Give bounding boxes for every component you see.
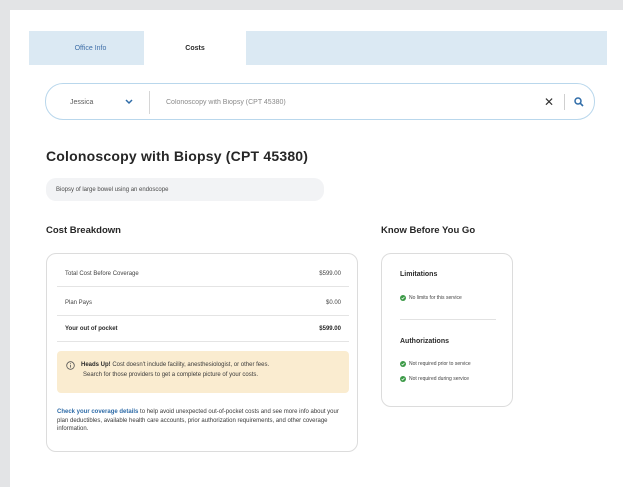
user-select[interactable]: Jessica	[60, 93, 144, 112]
cost-row-value: $0.00	[325, 299, 341, 306]
authorizations-heading: Authorizations	[400, 338, 449, 345]
know-before-heading: Know Before You Go	[381, 225, 476, 236]
cost-row-label: Your out of pocket	[65, 325, 118, 332]
cost-row-value: $599.00	[319, 325, 341, 332]
know-before-card: Limitations No limits for this service A…	[381, 253, 513, 407]
user-select-value: Jessica	[70, 99, 94, 106]
coverage-details-link[interactable]: Check your coverage details	[57, 409, 138, 415]
coverage-info: Check your coverage details to help avoi…	[57, 408, 349, 434]
divider	[400, 319, 496, 320]
cost-row: Plan Pays $0.00	[57, 290, 349, 316]
cost-row: Total Cost Before Coverage $599.00	[57, 261, 349, 287]
tab-office-info[interactable]: Office Info	[39, 31, 142, 65]
authorization-item: Not required prior to service	[400, 361, 471, 367]
limitation-item: No limits for this service	[400, 295, 462, 301]
cost-row-total: Your out of pocket $599.00	[57, 316, 349, 342]
authorization-text: Not required during service	[409, 376, 470, 382]
procedure-description: Biopsy of large bowel using an endoscope	[46, 178, 324, 201]
alert-title: Heads Up!	[81, 362, 111, 368]
cost-row-label: Plan Pays	[65, 299, 93, 306]
check-circle-icon	[400, 361, 406, 367]
info-icon	[66, 361, 75, 370]
close-icon[interactable]: ✕	[540, 93, 558, 111]
authorization-item: Not required during service	[400, 376, 469, 382]
check-circle-icon	[400, 295, 406, 301]
limitation-text: No limits for this service	[409, 295, 462, 301]
page-title: Colonoscopy with Biopsy (CPT 45380)	[46, 148, 309, 164]
check-circle-icon	[400, 376, 406, 382]
limitations-heading: Limitations	[400, 271, 438, 278]
search-bar: Jessica ✕	[45, 83, 595, 120]
tab-costs[interactable]: Costs	[144, 31, 246, 65]
alert-text: Heads Up! Cost doesn't include facility,…	[81, 360, 343, 380]
search-icon[interactable]	[570, 93, 588, 111]
tab-bar: Office Info Costs	[29, 31, 607, 65]
search-divider	[149, 91, 150, 114]
chevron-down-icon	[122, 95, 136, 109]
cost-breakdown-heading: Cost Breakdown	[46, 225, 121, 236]
cost-breakdown-card: Total Cost Before Coverage $599.00 Plan …	[46, 253, 358, 452]
heads-up-alert: Heads Up! Cost doesn't include facility,…	[57, 351, 349, 393]
authorization-text: Not required prior to service	[409, 361, 471, 367]
alert-line1: Cost doesn't include facility, anesthesi…	[112, 362, 270, 368]
search-separator	[564, 94, 565, 110]
cost-row-label: Total Cost Before Coverage	[65, 270, 139, 277]
alert-line2: Search for those providers to get a comp…	[83, 372, 259, 378]
cost-row-value: $599.00	[319, 270, 341, 277]
search-input[interactable]	[166, 92, 526, 113]
